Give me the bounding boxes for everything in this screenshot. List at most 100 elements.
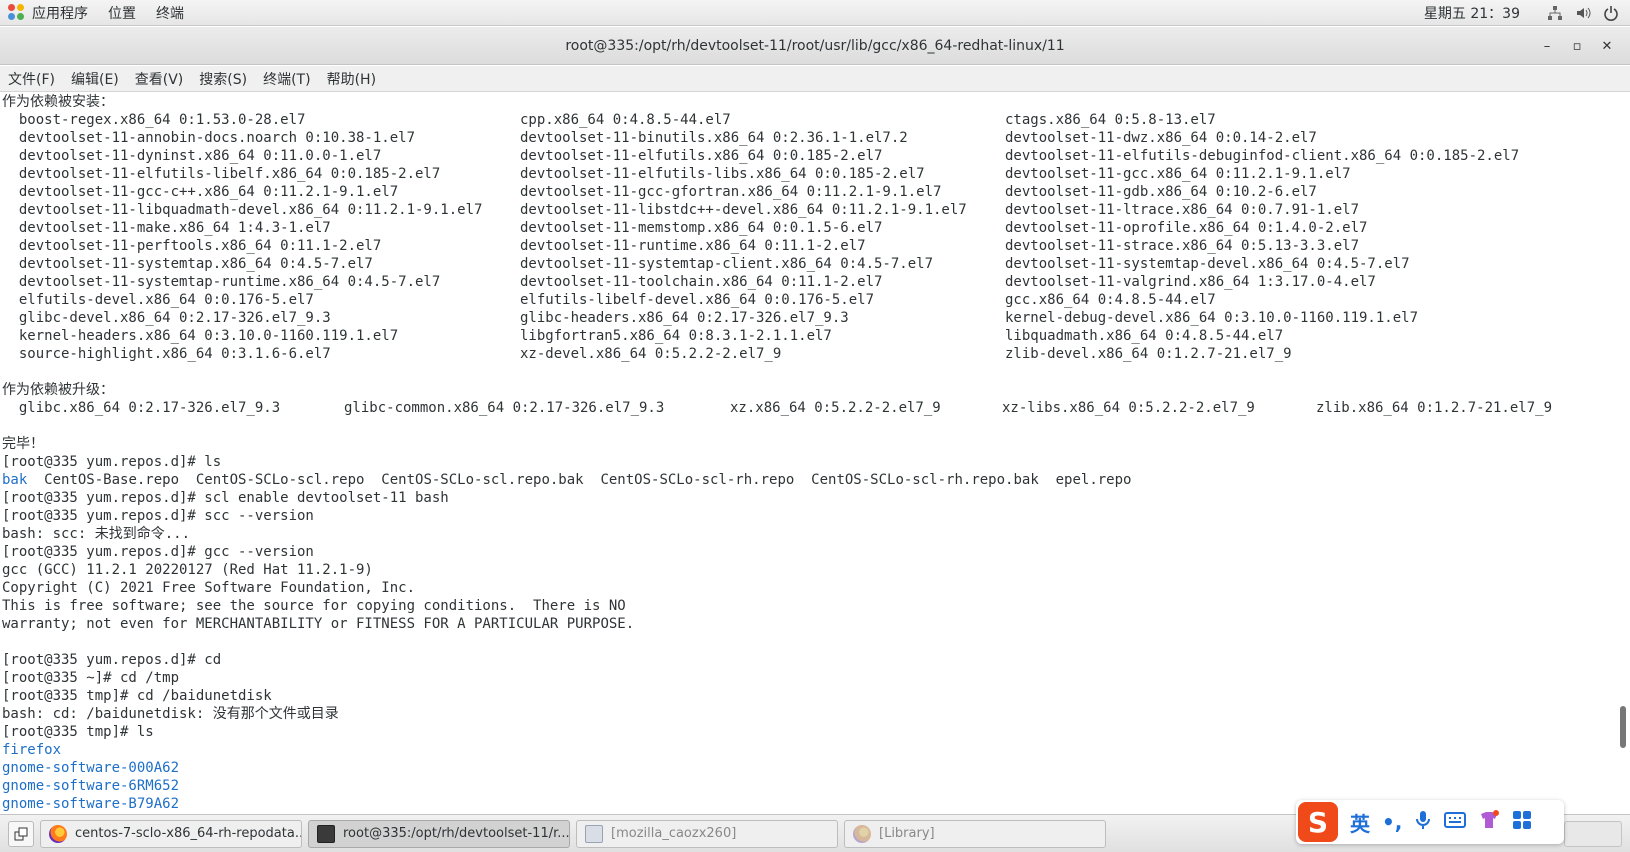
installed-pkg: zlib-devel.x86_64 0:1.2.7-21.el7_9 — [1005, 346, 1292, 362]
applications-menu[interactable]: 应用程序 — [26, 3, 102, 23]
installed-pkg: devtoolset-11-toolchain.x86_64 0:11.1-2.… — [520, 274, 883, 290]
volume-icon[interactable] — [1574, 4, 1592, 22]
dep-installed-row: devtoolset-11-make.x86_64 1:4.3-1.el7 dev… — [2, 219, 1616, 237]
firefox-icon — [853, 824, 871, 843]
output-line: Copyright (C) 2021 Free Software Foundat… — [2, 580, 416, 596]
menu-view[interactable]: 查看(V) — [127, 69, 192, 89]
prompt-line: [root@335 tmp]# cd /baidunetdisk — [2, 688, 272, 704]
task-library[interactable]: [Library] — [844, 819, 1106, 848]
power-icon[interactable] — [1602, 4, 1620, 22]
installed-pkg: devtoolset-11-systemtap-runtime.x86_64 0… — [2, 274, 441, 290]
installed-pkg: cpp.x86_64 0:4.8.5-44.el7 — [520, 112, 731, 128]
sogou-logo-icon[interactable]: S — [1298, 802, 1338, 842]
installed-pkg: devtoolset-11-systemtap-client.x86_64 0:… — [520, 256, 934, 272]
dep-installed-row: source-highlight.x86_64 0:3.1.6-6.el7 xz-… — [2, 345, 1616, 363]
show-desktop-button[interactable] — [8, 820, 34, 847]
installed-pkg: kernel-debug-devel.x86_64 0:3.10.0-1160.… — [1005, 310, 1419, 326]
dep-installed-row: devtoolset-11-perftools.x86_64 0:11.1-2.… — [2, 237, 1616, 255]
terminal-scrollbar[interactable] — [1616, 92, 1630, 814]
installed-pkg: devtoolset-11-libstdc++-devel.x86_64 0:1… — [520, 202, 967, 218]
dep-installed-row: kernel-headers.x86_64 0:3.10.0-1160.119.… — [2, 327, 1616, 345]
installed-pkg: devtoolset-11-elfutils.x86_64 0:0.185-2.… — [520, 148, 883, 164]
prompt-line: [root@335 yum.repos.d]# ls — [2, 454, 222, 470]
window-titlebar[interactable]: root@335:/opt/rh/devtoolset-11/root/usr/… — [0, 27, 1630, 65]
installed-pkg: devtoolset-11-systemtap.x86_64 0:4.5-7.e… — [2, 256, 373, 272]
dir-entry: firefox — [2, 742, 62, 758]
menu-edit[interactable]: 编辑(E) — [63, 69, 127, 89]
ls-output: bak CentOS-Base.repo CentOS-SCLo-scl.rep… — [2, 471, 1616, 489]
installed-pkg: ctags.x86_64 0:5.8-13.el7 — [1005, 112, 1216, 128]
menu-help[interactable]: 帮助(H) — [319, 69, 384, 89]
dep-installed-row: devtoolset-11-gcc-c++.x86_64 0:11.2.1-9.… — [2, 183, 1616, 201]
updated-pkg: xz-libs.x86_64 0:5.2.2-2.el7_9 — [1002, 400, 1255, 416]
file-manager-icon — [585, 824, 603, 843]
task-terminal[interactable]: root@335:/opt/rh/devtoolset-11/r... — [308, 819, 570, 848]
microphone-icon[interactable] — [1414, 810, 1432, 835]
top-panel: 应用程序 位置 终端 星期五 21：39 — [0, 0, 1630, 26]
installed-pkg: devtoolset-11-elfutils-libelf.x86_64 0:0… — [2, 166, 441, 182]
menu-file[interactable]: 文件(F) — [0, 69, 63, 89]
window-title: root@335:/opt/rh/devtoolset-11/root/usr/… — [565, 37, 1065, 54]
installed-pkg: elfutils-libelf-devel.x86_64 0:0.176-5.e… — [520, 292, 875, 308]
installed-pkg: devtoolset-11-valgrind.x86_64 1:3.17.0-4… — [1005, 274, 1376, 290]
menu-search[interactable]: 搜索(S) — [191, 69, 255, 89]
installed-pkg: devtoolset-11-elfutils-debuginfod-client… — [1005, 148, 1520, 164]
ime-punctuation-toggle[interactable]: •, — [1382, 810, 1402, 834]
dep-updated-row: glibc.x86_64 0:2.17-326.el7_9.3 glibc-co… — [2, 399, 1616, 417]
minimize-button[interactable]: – — [1532, 39, 1562, 54]
close-button[interactable]: ✕ — [1592, 39, 1622, 54]
installed-pkg: devtoolset-11-make.x86_64 1:4.3-1.el7 — [2, 220, 331, 236]
dep-installed-row: devtoolset-11-annobin-docs.noarch 0:10.3… — [2, 129, 1616, 147]
dir-entry: bak — [2, 472, 28, 488]
network-icon[interactable] — [1546, 4, 1564, 22]
updated-pkg: xz.x86_64 0:5.2.2-2.el7_9 — [730, 400, 941, 416]
file-entries: CentOS-Base.repo CentOS-SCLo-scl.repo Ce… — [27, 472, 1132, 488]
dep-installed-row: devtoolset-11-libquadmath-devel.x86_64 0… — [2, 201, 1616, 219]
dep-updated-header: 作为依赖被升级： — [2, 382, 114, 398]
prompt-line: [root@335 yum.repos.d]# scl enable devto… — [2, 490, 449, 506]
task-label: [Library] — [879, 826, 935, 841]
installed-pkg: libgfortran5.x86_64 0:8.3.1-2.1.1.el7 — [520, 328, 832, 344]
installed-pkg: devtoolset-11-ltrace.x86_64 0:0.7.91-1.e… — [1005, 202, 1360, 218]
ime-toolbar[interactable]: S 英 •, — [1296, 800, 1564, 844]
installed-pkg: devtoolset-11-gcc-gfortran.x86_64 0:11.2… — [520, 184, 942, 200]
prompt-line: [root@335 yum.repos.d]# cd — [2, 652, 222, 668]
installed-pkg: libquadmath.x86_64 0:4.8.5-44.el7 — [1005, 328, 1284, 344]
toolbox-icon[interactable] — [1512, 810, 1532, 835]
keyboard-icon[interactable] — [1444, 810, 1467, 834]
dep-installed-row: devtoolset-11-elfutils-libelf.x86_64 0:0… — [2, 165, 1616, 183]
output-line: gcc (GCC) 11.2.1 20220127 (Red Hat 11.2.… — [2, 562, 373, 578]
places-menu[interactable]: 位置 — [102, 3, 150, 23]
workspace-switcher[interactable] — [1564, 821, 1622, 847]
menu-terminal[interactable]: 终端(T) — [255, 69, 318, 89]
installed-pkg: devtoolset-11-strace.x86_64 0:5.13-3.3.e… — [1005, 238, 1360, 254]
clock[interactable]: 星期五 21：39 — [1424, 3, 1520, 23]
prompt-line: [root@335 tmp]# ls — [2, 724, 154, 740]
dep-installed-row: devtoolset-11-dyninst.x86_64 0:11.0.0-1.… — [2, 147, 1616, 165]
terminal-output[interactable]: 作为依赖被安装： boost-regex.x86_64 0:1.53.0-28.… — [0, 92, 1616, 814]
updated-pkg: zlib.x86_64 0:1.2.7-21.el7_9 — [1316, 400, 1553, 416]
task-firefox-repodata[interactable]: centos-7-sclo-x86_64-rh-repodata... — [40, 819, 302, 848]
task-mozilla-folder[interactable]: [mozilla_caozx260] — [576, 819, 838, 848]
installed-pkg: xz-devel.x86_64 0:5.2.2-2.el7_9 — [520, 346, 782, 362]
applications-icon[interactable] — [8, 3, 26, 22]
error-line: bash: scc: 未找到命令... — [2, 526, 191, 542]
output-line: warranty; not even for MERCHANTABILITY o… — [2, 616, 635, 632]
installed-pkg: boost-regex.x86_64 0:1.53.0-28.el7 — [2, 112, 306, 128]
done-line: 完毕！ — [2, 436, 44, 452]
updated-pkg: glibc.x86_64 0:2.17-326.el7_9.3 — [2, 400, 281, 416]
installed-pkg: devtoolset-11-binutils.x86_64 0:2.36.1-1… — [520, 130, 908, 146]
skin-icon[interactable] — [1478, 809, 1500, 835]
dep-installed-header: 作为依赖被安装： — [2, 94, 114, 110]
installed-pkg: devtoolset-11-memstomp.x86_64 0:0.1.5-6.… — [520, 220, 883, 236]
terminal-menu[interactable]: 终端 — [150, 3, 198, 23]
firefox-icon — [49, 824, 67, 843]
installed-pkg: devtoolset-11-dyninst.x86_64 0:11.0.0-1.… — [2, 148, 382, 164]
show-desktop-icon — [14, 827, 28, 840]
dep-installed-row: glibc-devel.x86_64 0:2.17-326.el7_9.3 gli… — [2, 309, 1616, 327]
installed-pkg: devtoolset-11-gdb.x86_64 0:10.2-6.el7 — [1005, 184, 1317, 200]
scrollbar-thumb[interactable] — [1620, 706, 1626, 748]
ime-language-toggle[interactable]: 英 — [1350, 808, 1370, 837]
dir-entry: gnome-software-000A62 — [2, 760, 180, 776]
maximize-button[interactable]: ▫ — [1562, 39, 1592, 54]
